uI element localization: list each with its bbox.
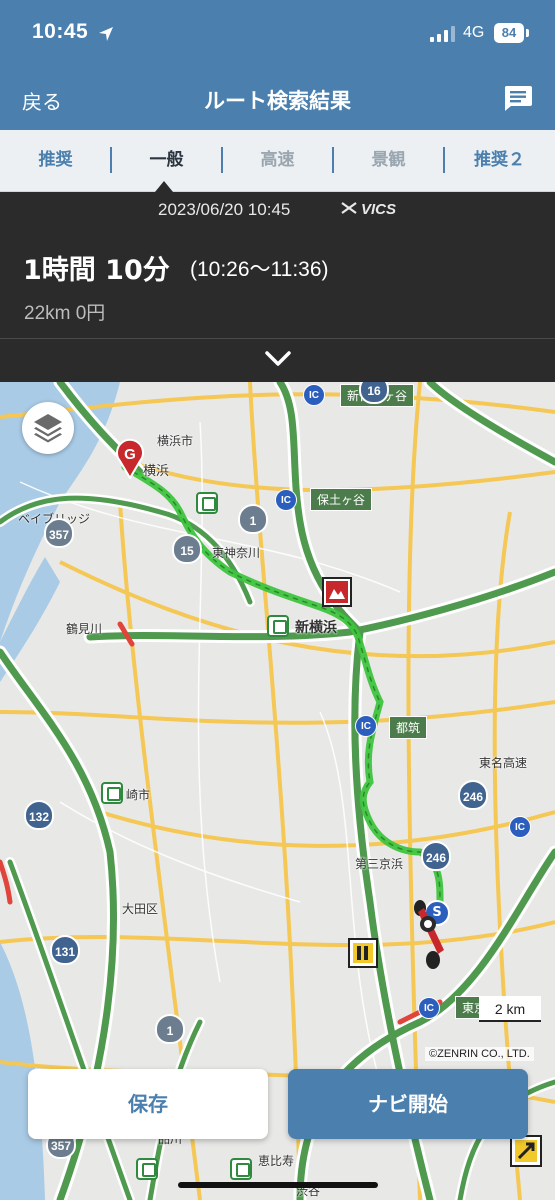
train-station-icon [267,615,289,637]
map-copyright: ©ZENRIN CO., LTD. [425,1047,534,1061]
goal-pin-icon[interactable]: G [114,437,146,479]
route-distance-toll: 22km 0円 [24,303,106,324]
search-datetime: 2023/06/20 10:45 [158,200,291,219]
label-daisan-keihin: 第三京浜 [355,857,404,871]
parking-icon[interactable] [348,938,378,968]
train-station-icon [230,1158,252,1180]
label-ota: 大田区 [122,902,159,916]
route-shield-131: 131 [50,935,80,965]
route-shield-1: 1 [155,1014,185,1044]
nav-bar: 戻る ルート検索結果 [0,70,555,130]
route-shield-15: 15 [172,534,202,564]
label-yokohama: 横浜 [143,464,170,479]
ic-marker[interactable]: IC [275,489,297,511]
traffic-incident-icon[interactable] [322,577,352,607]
tab-expressway[interactable]: 高速 [222,130,333,192]
cellular-signal-icon [430,26,455,42]
active-tab-indicator [155,181,173,192]
route-type-tabs: 推奨 一般 高速 景観 推奨２ [0,130,555,192]
status-bar: 10:45 4G 84 [0,0,555,70]
route-shield-357: 357 [44,518,74,548]
road-sign-icon [353,943,373,963]
train-station-icon [196,492,218,514]
vics-icon [341,202,357,214]
congestion-sign-icon [515,1140,537,1162]
train-station-icon [136,1158,158,1180]
label-yokohama-city: 横浜市 [157,434,194,448]
chevron-down-icon[interactable] [264,350,292,368]
layers-icon [34,414,62,443]
route-summary-panel: 2023/06/20 10:45 VICS 1時間 10分 (10:26〜11:… [0,192,555,382]
ic-marker[interactable]: IC [355,715,377,737]
label-tomei: 東名高速 [479,756,528,770]
place-tsuzuki: 都筑 [389,716,428,739]
vics-badge: VICS [340,200,396,218]
label-shinyokohama: 新横浜 [295,620,337,636]
tab-recommended-2[interactable]: 推奨２ [444,130,555,192]
tab-scenic[interactable]: 景観 [333,130,444,192]
congestion-icon[interactable] [510,1135,542,1167]
battery-tip [526,29,529,37]
location-arrow-icon [99,27,113,41]
route-shield-132: 132 [24,800,54,830]
chat-bubble-icon[interactable] [503,84,533,112]
label-higashikanagawa: 東神奈川 [212,546,261,560]
motorcycle-icon [414,900,444,969]
place-hodogaya: 保土ヶ谷 [310,488,373,511]
ic-marker[interactable]: IC [418,997,440,1019]
home-indicator[interactable] [178,1182,378,1188]
route-shield-1: 1 [238,504,268,534]
tab-recommended[interactable]: 推奨 [0,130,111,192]
map-layers-button[interactable] [22,402,74,454]
label-kawasaki: 崎市 [126,788,151,802]
route-duration: 1時間 10分 [23,255,170,286]
battery-icon: 84 [494,23,524,43]
ic-marker[interactable]: IC [509,816,531,838]
network-type: 4G [463,24,485,41]
vics-label: VICS [361,201,397,218]
route-time-range: (10:26〜11:36) [190,258,329,281]
warning-icon [326,581,348,603]
train-station-icon [101,782,123,804]
status-time: 10:45 [32,20,89,43]
label-tsurumi: 鶴見川 [66,622,103,636]
app-header: 10:45 4G 84 戻る ルート検索結果 [0,0,555,130]
panel-divider [0,338,555,339]
page-title: ルート検索結果 [204,89,351,113]
ic-marker[interactable]: IC [303,384,325,406]
start-navigation-button[interactable]: ナビ開始 [288,1069,528,1139]
goal-label: G [124,446,136,463]
save-button[interactable]: 保存 [28,1069,268,1139]
route-shield-246: 246 [458,780,488,810]
route-shield-246: 246 [421,841,451,871]
map-scale: 2 km [479,996,541,1022]
label-ebisu: 恵比寿 [258,1154,295,1168]
